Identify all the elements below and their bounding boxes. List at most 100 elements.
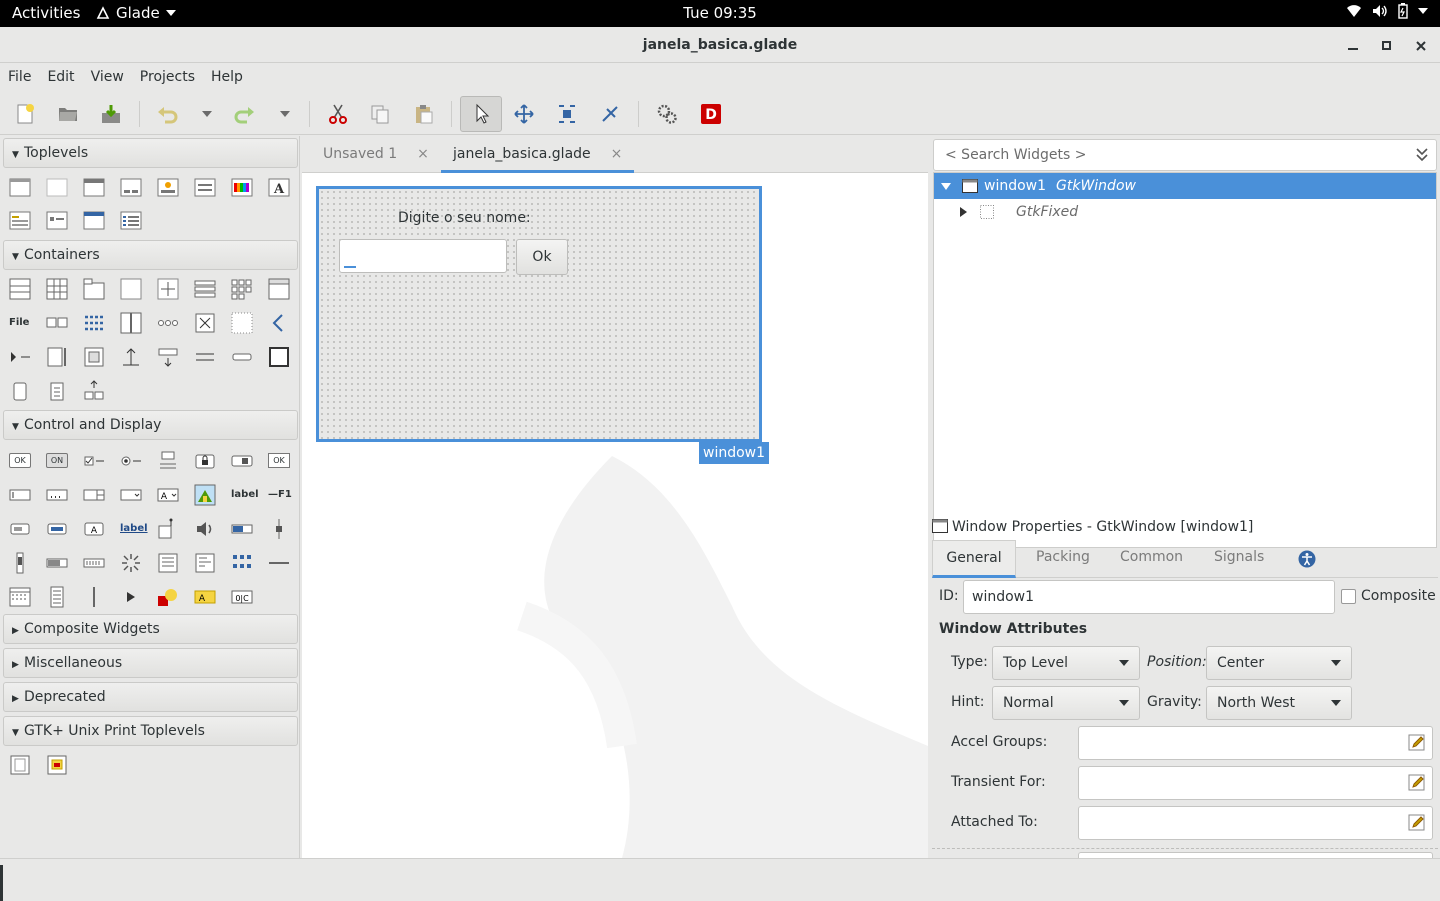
composite-checkbox[interactable] xyxy=(1341,589,1356,604)
section-composite[interactable]: ▶ Composite Widgets xyxy=(3,614,298,644)
tab-common[interactable]: Common xyxy=(1120,540,1183,578)
flow-box-icon[interactable] xyxy=(231,278,253,300)
menu-icon[interactable] xyxy=(46,586,68,608)
search-options-icon[interactable] xyxy=(1414,147,1430,163)
undo-dropdown[interactable] xyxy=(191,98,223,130)
tree-view-icon[interactable] xyxy=(194,552,216,574)
preferences-button[interactable] xyxy=(651,98,683,130)
paned-icon[interactable] xyxy=(120,312,142,334)
toolbar-widget-icon[interactable] xyxy=(46,312,68,334)
section-containers[interactable]: ▼ Containers xyxy=(3,240,298,270)
attached-to-field[interactable] xyxy=(1078,806,1433,840)
list-box-icon[interactable] xyxy=(194,278,216,300)
section-control-display[interactable]: ▼ Control and Display xyxy=(3,410,298,440)
collapsed-arrow-icon[interactable] xyxy=(960,207,967,217)
designed-window[interactable]: Digite o seu nome: Ok xyxy=(316,186,762,442)
button-box-icon[interactable] xyxy=(157,312,179,334)
popover-icon[interactable] xyxy=(268,346,290,368)
layout-icon[interactable] xyxy=(194,312,216,334)
font-chooser-icon[interactable]: A xyxy=(268,177,290,199)
dialog-icon[interactable] xyxy=(120,177,142,199)
menu-file[interactable]: File xyxy=(8,63,31,93)
level-bar-icon[interactable] xyxy=(46,552,68,574)
overlay-icon[interactable] xyxy=(9,380,31,402)
about-dialog-icon[interactable] xyxy=(194,177,216,199)
color-button-icon[interactable] xyxy=(46,518,68,540)
vertical-separator-icon[interactable] xyxy=(83,586,105,608)
text-view-icon[interactable] xyxy=(157,552,179,574)
volume-button-icon[interactable] xyxy=(194,518,216,540)
section-misc[interactable]: ▶ Miscellaneous xyxy=(3,648,298,678)
position-combo[interactable]: Center xyxy=(1206,646,1352,680)
lock-button-icon[interactable] xyxy=(194,450,216,472)
name-prompt-label[interactable]: Digite o seu nome: xyxy=(398,210,531,226)
aspect-frame-icon[interactable] xyxy=(157,278,179,300)
notebook-icon[interactable] xyxy=(83,278,105,300)
edit-icon[interactable] xyxy=(1408,814,1426,832)
vertical-scrollbar-icon[interactable] xyxy=(9,552,31,574)
grid-icon[interactable] xyxy=(46,278,68,300)
radio-button-icon[interactable] xyxy=(120,450,142,472)
header-bar-icon[interactable] xyxy=(194,346,216,368)
id-field[interactable]: window1 xyxy=(963,580,1335,614)
link-button-icon[interactable] xyxy=(157,450,179,472)
ok-button[interactable]: Ok xyxy=(516,239,568,275)
app-chooser-button-icon[interactable] xyxy=(157,518,179,540)
toggle-button-icon[interactable]: ON xyxy=(46,453,68,468)
name-entry[interactable] xyxy=(339,239,507,273)
redo-dropdown[interactable] xyxy=(269,98,301,130)
combo-box-icon[interactable] xyxy=(120,484,142,506)
combo-box-text-icon[interactable]: A xyxy=(157,484,179,506)
menu-projects[interactable]: Projects xyxy=(140,63,195,93)
color-chooser-icon[interactable] xyxy=(231,177,253,199)
action-bar-icon[interactable] xyxy=(46,380,68,402)
viewport-icon[interactable] xyxy=(46,346,68,368)
window-widget-icon[interactable] xyxy=(9,177,31,199)
message-dialog-icon[interactable] xyxy=(157,177,179,199)
stack-switcher-icon[interactable] xyxy=(83,380,105,402)
close-window-button[interactable] xyxy=(1406,27,1436,63)
menu-edit[interactable]: Edit xyxy=(47,63,74,93)
statusbar-icon[interactable] xyxy=(83,552,105,574)
fixed-icon[interactable] xyxy=(231,312,253,334)
entry-icon[interactable] xyxy=(9,484,31,506)
stack-icon[interactable] xyxy=(268,278,290,300)
edit-icon[interactable] xyxy=(1408,734,1426,752)
separator-icon[interactable] xyxy=(268,552,290,574)
margin-edit-button[interactable] xyxy=(551,98,583,130)
tab-janela-basica[interactable]: janela_basica.glade × xyxy=(441,136,635,173)
accel-label-icon[interactable]: —F1 xyxy=(268,484,294,506)
gravity-combo[interactable]: North West xyxy=(1206,686,1352,720)
expander-icon[interactable] xyxy=(9,346,31,368)
drag-resize-button[interactable] xyxy=(508,98,540,130)
edit-icon[interactable] xyxy=(1408,774,1426,792)
scale-button-icon[interactable]: OK xyxy=(268,453,290,468)
link-label-icon[interactable]: label xyxy=(120,518,148,540)
password-entry-icon[interactable] xyxy=(46,484,68,506)
section-print-toplevels[interactable]: ▼ GTK+ Unix Print Toplevels xyxy=(3,716,298,746)
calendar-icon[interactable] xyxy=(9,586,31,608)
close-tab-icon[interactable]: × xyxy=(611,146,623,162)
print-dialog-icon[interactable] xyxy=(46,754,68,776)
minimize-button[interactable] xyxy=(1338,27,1368,63)
menu-view[interactable]: View xyxy=(91,63,124,93)
devhelp-button[interactable]: D xyxy=(695,98,727,130)
align-edit-button[interactable] xyxy=(594,98,626,130)
select-mode-button[interactable] xyxy=(460,96,502,132)
redo-button[interactable] xyxy=(229,98,261,130)
file-chooser-button-icon[interactable] xyxy=(9,518,31,540)
tab-accessibility[interactable] xyxy=(1298,550,1316,568)
save-button[interactable] xyxy=(95,98,127,130)
app-chooser-icon[interactable] xyxy=(120,210,142,232)
tab-signals[interactable]: Signals xyxy=(1214,540,1264,578)
type-combo[interactable]: Top Level xyxy=(992,646,1140,680)
switch-icon[interactable] xyxy=(231,450,253,472)
event-box-icon[interactable] xyxy=(268,312,290,334)
hint-combo[interactable]: Normal xyxy=(992,686,1140,720)
undo-button[interactable] xyxy=(151,98,183,130)
expanded-arrow-icon[interactable] xyxy=(941,183,951,190)
box-icon[interactable] xyxy=(9,278,31,300)
spin-button-icon[interactable] xyxy=(83,484,105,506)
app-menu[interactable]: Glade xyxy=(96,4,176,22)
offscreen-window-icon[interactable] xyxy=(46,177,68,199)
